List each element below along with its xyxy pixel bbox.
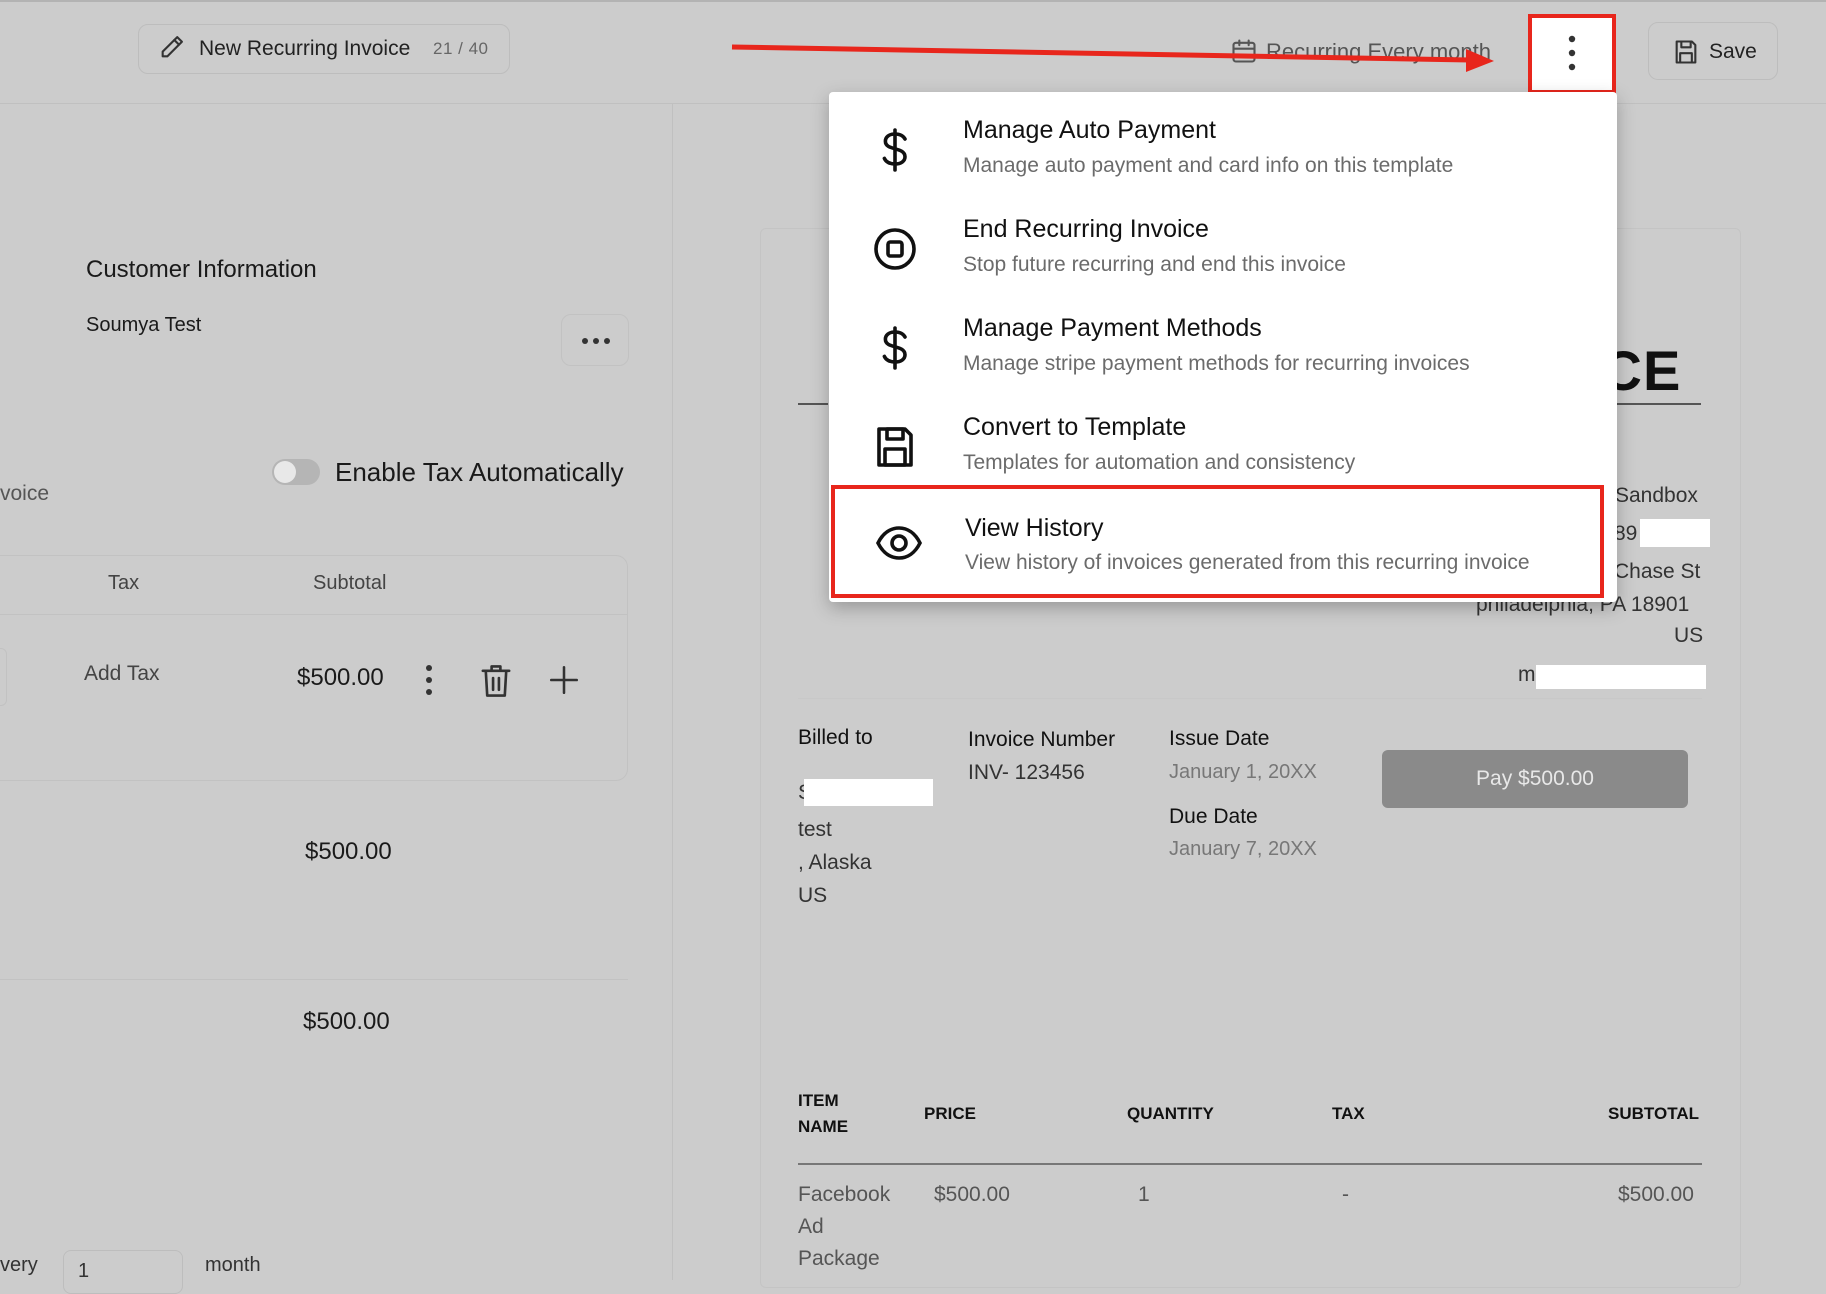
table-header-divider bbox=[0, 614, 627, 615]
floppy-disk-icon bbox=[871, 423, 919, 471]
items-header-name: NAME bbox=[798, 1117, 849, 1136]
row-options-icon[interactable] bbox=[421, 664, 437, 696]
dollar-icon bbox=[871, 324, 919, 372]
org-country: US bbox=[1674, 624, 1704, 647]
invoice-number-value: INV- 123456 bbox=[968, 761, 1085, 784]
customer-name: Soumya Test bbox=[86, 314, 202, 336]
redaction-block bbox=[804, 779, 933, 806]
item-name: Package bbox=[798, 1247, 880, 1270]
billed-to-label: Billed to bbox=[798, 726, 873, 749]
due-date-value: January 7, 20XX bbox=[1169, 838, 1317, 860]
menu-item-description: View history of invoices generated from … bbox=[965, 551, 1530, 574]
item-name: Ad bbox=[798, 1215, 824, 1238]
menu-item-end-recurring-invoice[interactable]: End Recurring Invoice Stop future recurr… bbox=[829, 201, 1617, 297]
enable-tax-label: Enable Tax Automatically bbox=[335, 457, 624, 487]
menu-item-title: Manage Payment Methods bbox=[963, 314, 1262, 342]
org-name: Sandbox bbox=[1615, 484, 1698, 507]
items-header-quantity: QUANTITY bbox=[1127, 1104, 1214, 1123]
heading-underline-right bbox=[1616, 403, 1701, 405]
items-header-price: PRICE bbox=[924, 1104, 976, 1123]
items-header-subtotal: SUBTOTAL bbox=[1608, 1104, 1699, 1123]
stop-circle-icon bbox=[871, 225, 919, 273]
menu-item-title: End Recurring Invoice bbox=[963, 215, 1209, 243]
menu-item-view-history[interactable]: View History View history of invoices ge… bbox=[831, 485, 1604, 598]
summary-divider bbox=[0, 979, 628, 980]
menu-item-title: Manage Auto Payment bbox=[963, 116, 1216, 144]
item-name: Facebook bbox=[798, 1183, 891, 1206]
plus-icon[interactable] bbox=[547, 663, 581, 697]
menu-item-description: Manage auto payment and card info on thi… bbox=[963, 154, 1454, 177]
org-phone: 89 bbox=[1614, 522, 1638, 545]
issue-date-label: Issue Date bbox=[1169, 727, 1270, 750]
annotation-arrow bbox=[731, 44, 1494, 72]
issue-date-value: January 1, 20XX bbox=[1169, 761, 1317, 783]
pay-button[interactable]: Pay $500.00 bbox=[1382, 750, 1688, 808]
menu-item-description: Templates for automation and consistency bbox=[963, 451, 1356, 474]
eye-icon bbox=[875, 523, 923, 571]
subtotal-amount: $500.00 bbox=[305, 838, 392, 865]
billed-to-line: US bbox=[798, 884, 828, 907]
panel-divider bbox=[672, 104, 673, 1280]
total-amount: $500.00 bbox=[303, 1008, 390, 1035]
menu-item-manage-payment-methods[interactable]: Manage Payment Methods Manage stripe pay… bbox=[829, 300, 1617, 396]
column-header-subtotal: Subtotal bbox=[313, 572, 387, 594]
add-tax-link[interactable]: Add Tax bbox=[84, 662, 160, 686]
menu-item-description: Stop future recurring and end this invoi… bbox=[963, 253, 1346, 276]
heading-underline-left bbox=[798, 403, 828, 405]
due-date-label: Due Date bbox=[1169, 805, 1258, 828]
trash-icon[interactable] bbox=[478, 662, 514, 700]
menu-item-convert-to-template[interactable]: Convert to Template Templates for automa… bbox=[829, 399, 1617, 495]
every-label-partial: very bbox=[0, 1254, 38, 1276]
customer-section-title: Customer Information bbox=[86, 256, 317, 283]
invoice-number-label: Invoice Number bbox=[968, 728, 1116, 751]
items-header-name: ITEM bbox=[798, 1091, 839, 1110]
item-price: $500.00 bbox=[934, 1183, 1010, 1206]
items-header-tax: TAX bbox=[1332, 1104, 1365, 1123]
billed-to-line: test bbox=[798, 818, 832, 841]
org-street: Chase St bbox=[1614, 560, 1701, 583]
horizontal-dots-icon bbox=[581, 337, 611, 345]
billed-to-line: , Alaska bbox=[798, 851, 872, 874]
preview-divider bbox=[798, 698, 1702, 699]
invoice-label-partial: voice bbox=[0, 482, 50, 505]
toggle-knob bbox=[274, 461, 296, 483]
column-header-tax: Tax bbox=[108, 572, 140, 594]
items-header-divider bbox=[798, 1163, 1702, 1165]
row-subtotal: $500.00 bbox=[297, 664, 384, 691]
item-subtotal: $500.00 bbox=[1618, 1183, 1694, 1206]
item-tax: - bbox=[1342, 1183, 1349, 1206]
menu-item-title: Convert to Template bbox=[963, 413, 1187, 441]
customer-options-button[interactable] bbox=[561, 314, 629, 366]
dollar-icon bbox=[871, 126, 919, 174]
menu-item-title: View History bbox=[965, 514, 1104, 542]
org-email: m bbox=[1518, 663, 1536, 686]
interval-unit: month bbox=[205, 1254, 261, 1276]
item-quantity: 1 bbox=[1138, 1183, 1150, 1206]
redaction-block bbox=[1536, 665, 1706, 689]
menu-item-description: Manage stripe payment methods for recurr… bbox=[963, 352, 1470, 375]
redaction-block bbox=[1640, 519, 1710, 547]
item-input-partial[interactable] bbox=[0, 648, 7, 706]
